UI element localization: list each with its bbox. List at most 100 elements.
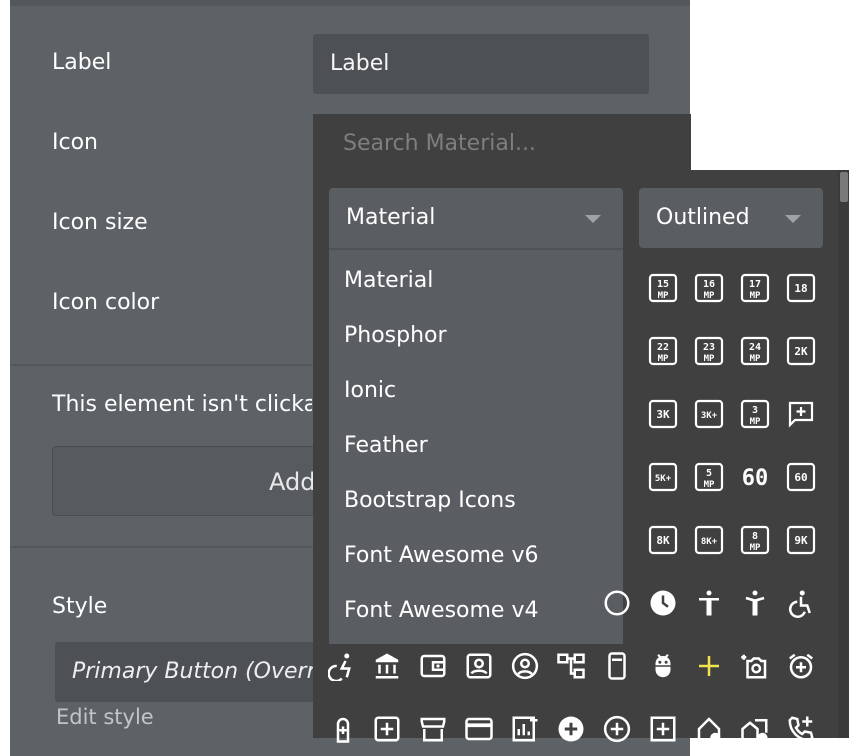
60fps-select-icon[interactable]: 60 <box>786 462 816 492</box>
svg-text:22: 22 <box>657 342 669 353</box>
library-select-value: Material <box>346 205 436 230</box>
svg-text:8K+: 8K+ <box>701 537 718 547</box>
5mp-icon[interactable]: 5 MP <box>694 462 724 492</box>
icon-search-input[interactable]: Search Material... <box>343 131 536 156</box>
8k-plus-icon[interactable]: 8K+ <box>694 525 724 555</box>
adb-icon[interactable] <box>648 651 678 681</box>
svg-text:MP: MP <box>750 543 761 553</box>
add-card-icon[interactable] <box>464 714 494 744</box>
svg-text:MP: MP <box>750 417 761 427</box>
add-comment-icon[interactable] <box>786 399 816 429</box>
add-box-icon[interactable] <box>372 714 402 744</box>
label-field-label: Label <box>52 50 112 75</box>
add-box-outline-icon[interactable] <box>648 714 678 744</box>
schedule-icon[interactable] <box>648 588 678 618</box>
svg-text:3K: 3K <box>656 408 670 421</box>
dropdown-option-ionic[interactable]: Ionic <box>344 378 396 403</box>
16mp-icon[interactable]: 16 MP <box>694 273 724 303</box>
add-business-store-icon[interactable] <box>418 714 448 744</box>
svg-text:5: 5 <box>706 468 712 479</box>
icon-color-label: Icon color <box>52 290 160 315</box>
svg-text:MP: MP <box>704 480 715 490</box>
5k-plus-icon[interactable]: 5K+ <box>648 462 678 492</box>
15mp-icon[interactable]: 15 MP <box>648 273 678 303</box>
accessibility-icon[interactable] <box>694 588 724 618</box>
dropdown-option-bootstrap-icons[interactable]: Bootstrap Icons <box>344 488 516 513</box>
add-circle-icon[interactable] <box>556 714 586 744</box>
add-icon[interactable] <box>694 651 724 681</box>
svg-text:MP: MP <box>704 354 715 364</box>
svg-text:15: 15 <box>657 279 669 290</box>
icon-size-label: Icon size <box>52 210 148 235</box>
svg-text:60: 60 <box>794 471 807 484</box>
svg-text:60: 60 <box>742 466 769 491</box>
label-input[interactable]: Label <box>313 34 649 94</box>
svg-text:MP: MP <box>750 354 761 364</box>
add-chart-icon[interactable] <box>510 714 540 744</box>
svg-text:16: 16 <box>703 279 715 290</box>
22mp-icon[interactable]: 22 MP <box>648 336 678 366</box>
account-balance-icon[interactable] <box>372 651 402 681</box>
3k-plus-icon[interactable]: 3K+ <box>694 399 724 429</box>
add-ic-call-icon[interactable] <box>786 714 816 744</box>
account-balance-wallet-icon[interactable] <box>418 651 448 681</box>
dropdown-option-feather[interactable]: Feather <box>344 433 428 458</box>
accessibility-new-icon[interactable] <box>740 588 770 618</box>
svg-text:MP: MP <box>658 354 669 364</box>
variant-select-value: Outlined <box>656 205 750 230</box>
svg-text:3: 3 <box>752 405 758 416</box>
add-alarm-icon[interactable] <box>786 651 816 681</box>
svg-text:8: 8 <box>752 531 758 542</box>
chevron-down-icon <box>585 215 601 223</box>
svg-text:8K: 8K <box>656 534 670 547</box>
svg-text:9K: 9K <box>794 534 808 547</box>
svg-text:MP: MP <box>658 291 669 301</box>
icon-field-label: Icon <box>52 130 98 155</box>
3k-icon[interactable]: 3K <box>648 399 678 429</box>
svg-text:24: 24 <box>749 342 761 353</box>
dropdown-option-font-awesome-v6[interactable]: Font Awesome v6 <box>344 543 538 568</box>
8k-icon[interactable]: 8K <box>648 525 678 555</box>
icon-grid-scrollbar[interactable] <box>838 170 849 738</box>
3mp-icon[interactable]: 3 MP <box>740 399 770 429</box>
ad-units-icon[interactable] <box>602 651 632 681</box>
23mp-icon[interactable]: 23 MP <box>694 336 724 366</box>
library-select[interactable]: Material <box>329 188 623 248</box>
9k-icon[interactable]: 9K <box>786 525 816 555</box>
add-circle-outline-icon[interactable] <box>602 714 632 744</box>
svg-text:MP: MP <box>704 291 715 301</box>
17mp-icon[interactable]: 17 MP <box>740 273 770 303</box>
18-icon[interactable]: 18 <box>786 273 816 303</box>
account-circle-icon[interactable] <box>510 651 540 681</box>
variant-select[interactable]: Outlined <box>639 188 823 248</box>
svg-text:3K+: 3K+ <box>701 411 718 421</box>
edit-style-link[interactable]: Edit style <box>56 705 154 729</box>
svg-text:2K: 2K <box>794 345 808 358</box>
style-select[interactable]: Primary Button (Overridden) <box>55 642 345 702</box>
svg-text:MP: MP <box>750 291 761 301</box>
add-home-icon[interactable] <box>694 714 724 744</box>
24mp-icon[interactable]: 24 MP <box>740 336 770 366</box>
svg-text:17: 17 <box>749 279 761 290</box>
60fps-icon[interactable]: 60 <box>740 462 770 492</box>
chevron-down-icon <box>785 215 801 223</box>
2k-icon[interactable]: 2K <box>786 336 816 366</box>
dropdown-option-phosphor[interactable]: Phosphor <box>344 323 447 348</box>
account-tree-icon[interactable] <box>556 651 586 681</box>
dropdown-option-font-awesome-v4[interactable]: Font Awesome v4 <box>344 598 538 623</box>
add-a-photo-icon[interactable] <box>740 651 770 681</box>
add-business-icon[interactable] <box>328 714 358 744</box>
svg-text:5K+: 5K+ <box>655 474 672 484</box>
svg-text:18: 18 <box>794 282 807 295</box>
not-clickable-text: This element isn't clickable <box>52 392 312 417</box>
accessible-icon[interactable] <box>786 588 816 618</box>
schedule-partial-icon[interactable] <box>602 588 632 618</box>
library-dropdown-menu: Material Phosphor Ionic Feather Bootstra… <box>329 248 623 644</box>
account-box-icon[interactable] <box>464 651 494 681</box>
dropdown-option-material[interactable]: Material <box>344 268 433 293</box>
accessible-forward-icon[interactable] <box>328 651 358 681</box>
8mp-icon[interactable]: 8 MP <box>740 525 770 555</box>
panel-top-strip <box>10 0 690 6</box>
add-home-work-icon[interactable] <box>740 714 770 744</box>
scrollbar-thumb[interactable] <box>840 172 848 202</box>
